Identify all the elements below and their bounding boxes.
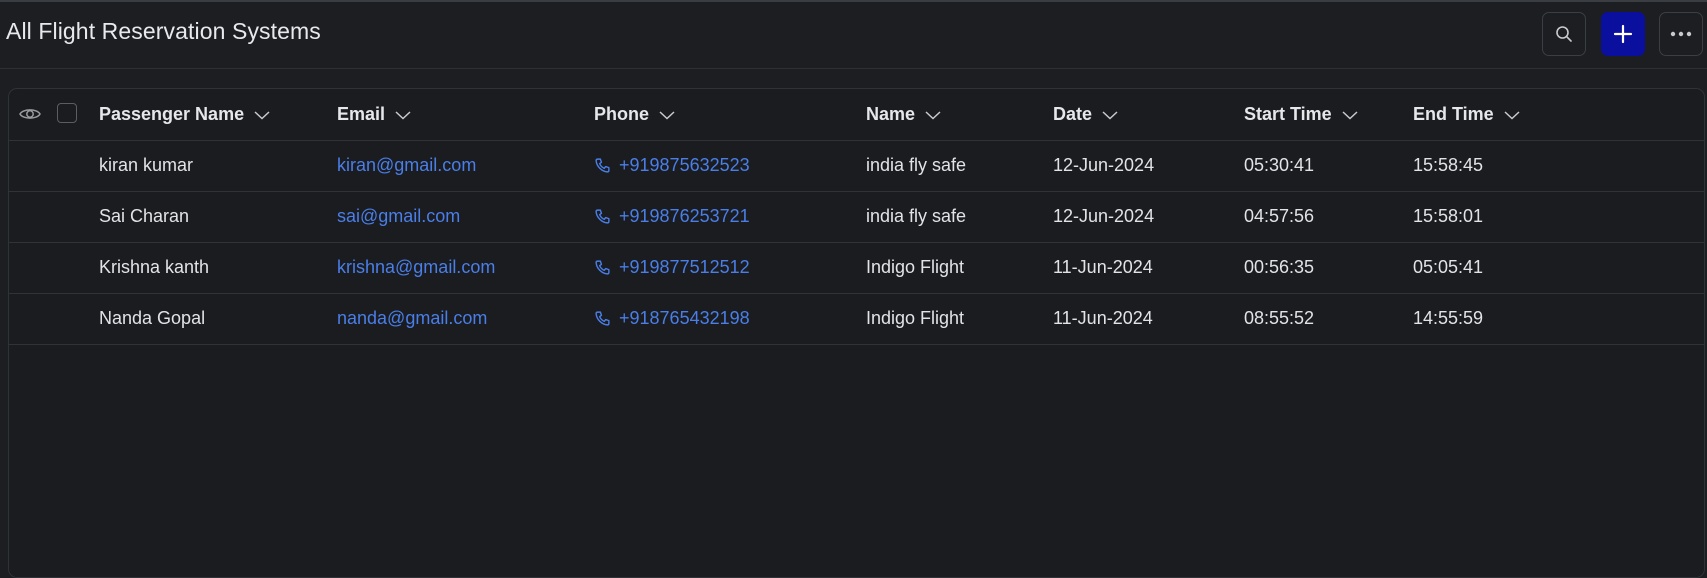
flight-name-cell: Indigo Flight <box>866 308 965 328</box>
phone-icon <box>595 158 610 173</box>
chevron-down-icon <box>925 110 941 120</box>
flight-name-cell: Indigo Flight <box>866 257 965 277</box>
end-time-cell: 15:58:01 <box>1413 206 1484 226</box>
page-title: All Flight Reservation Systems <box>6 18 321 44</box>
email-link[interactable]: sai@gmail.com <box>337 206 460 227</box>
passenger-name-cell: Krishna kanth <box>99 257 210 277</box>
chevron-down-icon <box>254 110 270 120</box>
email-link[interactable]: nanda@gmail.com <box>337 308 487 329</box>
flight-name-cell: india fly safe <box>866 155 967 175</box>
column-header-name[interactable]: Name <box>866 104 941 125</box>
phone-link[interactable]: +918765432198 <box>594 308 750 329</box>
email-link[interactable]: krishna@gmail.com <box>337 257 495 278</box>
start-time-cell: 08:55:52 <box>1244 308 1315 328</box>
phone-link[interactable]: +919875632523 <box>594 155 750 176</box>
chevron-down-icon <box>1504 110 1520 120</box>
table-row[interactable]: Sai Charan sai@gmail.com +919876253721 i… <box>9 192 1704 243</box>
column-header-start-time[interactable]: Start Time <box>1244 104 1358 125</box>
date-cell: 11-Jun-2024 <box>1053 257 1153 277</box>
flight-name-cell: india fly safe <box>866 206 967 226</box>
date-cell: 12-Jun-2024 <box>1053 155 1155 175</box>
table-row[interactable]: Krishna kanth krishna@gmail.com +9198775… <box>9 243 1704 294</box>
start-time-cell: 05:30:41 <box>1244 155 1315 175</box>
chevron-down-icon <box>1342 110 1358 120</box>
plus-icon <box>1613 24 1633 44</box>
date-cell: 11-Jun-2024 <box>1053 308 1153 328</box>
more-options-button[interactable] <box>1659 12 1703 56</box>
column-header-end-time[interactable]: End Time <box>1413 104 1520 125</box>
phone-icon <box>595 209 610 224</box>
chevron-down-icon <box>659 110 675 120</box>
eye-icon[interactable] <box>18 102 42 126</box>
passenger-name-cell: Nanda Gopal <box>99 308 206 328</box>
phone-link[interactable]: +919877512512 <box>594 257 750 278</box>
start-time-cell: 00:56:35 <box>1244 257 1315 277</box>
phone-icon <box>595 311 610 326</box>
column-header-phone[interactable]: Phone <box>594 104 675 125</box>
page-header: All Flight Reservation Systems <box>0 2 1707 69</box>
add-button[interactable] <box>1601 12 1645 56</box>
start-time-cell: 04:57:56 <box>1244 206 1315 226</box>
more-horizontal-icon <box>1670 31 1692 37</box>
table-header: Passenger Name Email Phone Name Date Sta… <box>9 89 1704 141</box>
select-all-checkbox[interactable] <box>57 103 77 123</box>
column-header-date[interactable]: Date <box>1053 104 1118 125</box>
search-button[interactable] <box>1542 12 1586 56</box>
phone-icon <box>595 260 610 275</box>
table-row[interactable]: kiran kumar kiran@gmail.com +91987563252… <box>9 141 1704 192</box>
end-time-cell: 15:58:45 <box>1413 155 1484 175</box>
passenger-name-cell: Sai Charan <box>99 206 190 226</box>
chevron-down-icon <box>395 110 411 120</box>
email-link[interactable]: kiran@gmail.com <box>337 155 476 176</box>
end-time-cell: 14:55:59 <box>1413 308 1484 328</box>
chevron-down-icon <box>1102 110 1118 120</box>
column-header-passenger-name[interactable]: Passenger Name <box>99 104 270 125</box>
search-icon <box>1556 26 1572 42</box>
phone-link[interactable]: +919876253721 <box>594 206 750 227</box>
passenger-name-cell: kiran kumar <box>99 155 194 175</box>
table-row[interactable]: Nanda Gopal nanda@gmail.com +91876543219… <box>9 294 1704 345</box>
end-time-cell: 05:05:41 <box>1413 257 1484 277</box>
date-cell: 12-Jun-2024 <box>1053 206 1155 226</box>
column-header-email[interactable]: Email <box>337 104 411 125</box>
reservations-table: Passenger Name Email Phone Name Date Sta… <box>8 88 1705 578</box>
